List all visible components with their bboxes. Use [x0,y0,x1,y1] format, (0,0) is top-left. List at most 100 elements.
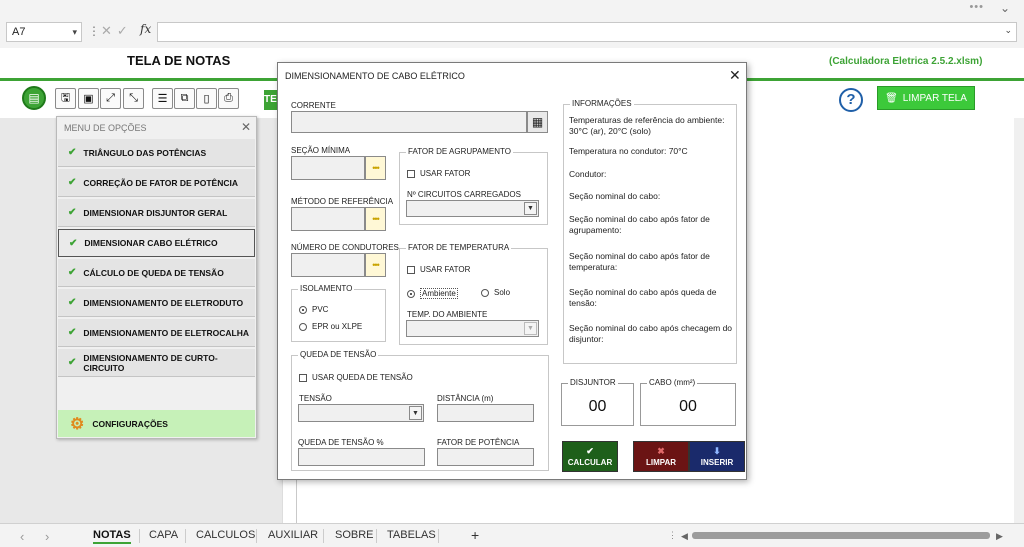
add-sheet-icon[interactable]: + [471,527,479,543]
menu-item-label: TRIÂNGULO DAS POTÊNCIAS [83,147,207,158]
cancel-enter-icons: ✕✓ [101,23,133,38]
horizontal-scrollbar[interactable] [692,532,990,539]
check-icon: ✔ [68,147,77,158]
help-icon[interactable]: ? [839,88,863,112]
close-icon[interactable]: ✕ [729,67,741,84]
menu-item-label: DIMENSIONAR DISJUNTOR GERAL [83,207,228,218]
metodo-picker-button[interactable]: ••• [365,207,386,231]
save-as-icon[interactable]: ▣ [78,88,99,109]
chevron-down-icon[interactable]: ▾ [72,23,77,41]
solo-label: Solo [494,288,511,297]
condutores-picker-button[interactable]: ••• [365,253,386,277]
menu-item-queda[interactable]: ✔ CÁLCULO DE QUEDA DE TENSÃO [58,259,255,287]
tab-capa[interactable]: CAPA [149,529,178,541]
fx-icon[interactable]: fx [140,22,151,36]
menu-item-eletrocalha[interactable]: ✔ DIMENSIONAMENTO DE ELETROCALHA [58,319,255,347]
save-icon[interactable]: 🖫 [55,88,76,109]
radio-icon [299,322,307,331]
name-box[interactable]: A7 ▾ [6,22,82,42]
fator-potencia-label: FATOR DE POTÊNCIA [437,438,520,447]
distancia-input[interactable] [437,404,534,422]
limpar-button[interactable]: ✖ LIMPAR [633,441,689,472]
circuitos-select[interactable]: ▼ [406,200,539,217]
calcular-button[interactable]: ✔ CALCULAR [562,441,618,472]
secao-minima-picker-button[interactable]: ••• [365,156,386,180]
maximize-icon[interactable]: ⤢ [100,88,121,109]
vertical-scrollbar[interactable] [1014,118,1024,523]
trash-icon: 🗑 [885,92,898,104]
cabo-label: CABO (mm²) [647,378,698,387]
pdf-icon[interactable]: ▯ [196,88,217,109]
chevron-down-icon[interactable]: ▼ [409,406,422,420]
usar-fator-agrupamento-checkbox[interactable]: USAR FATOR [407,169,470,178]
expand-formula-icon[interactable]: ⌄ [1004,25,1012,36]
tab-separator [185,529,186,543]
check-icon: ✔ [68,267,77,278]
te-tab[interactable]: TE [264,90,278,110]
more-sheets-icon[interactable]: ⋮ [668,530,677,541]
secao-minima-label: SEÇÃO MÍNIMA [291,146,351,155]
condutores-input[interactable] [291,253,365,277]
tab-notas[interactable]: NOTAS [93,529,131,544]
menu-item-configuracoes[interactable]: ⚙ CONFIGURAÇÕES [58,410,255,437]
chevron-down-icon[interactable]: ▼ [524,322,537,335]
chevron-right-icon[interactable]: › [45,529,49,544]
more-options-icon[interactable]: ••• [969,1,984,13]
queda-percent-input[interactable] [298,448,425,466]
radio-ambiente[interactable]: Ambiente [407,288,458,299]
radio-pvc[interactable]: PVC [299,305,328,314]
formula-input[interactable]: ⌄ [157,22,1017,42]
corrente-input[interactable] [291,111,527,133]
checkbox-icon [407,169,415,178]
info-line-condutor: Condutor: [569,169,607,179]
config-label: CONFIGURAÇÕES [92,418,168,429]
minimize-icon[interactable]: ⤡ [123,88,144,109]
epr-label: EPR ou XLPE [312,322,363,331]
menu-item-eletroduto[interactable]: ✔ DIMENSIONAMENTO DE ELETRODUTO [58,289,255,317]
fator-potencia-input[interactable] [437,448,534,466]
notes-icon[interactable]: ☰ [152,88,173,109]
radio-icon [299,305,307,314]
inserir-button[interactable]: ⬇ INSERIR [689,441,745,472]
tab-calculos[interactable]: CALCULOS [196,529,255,541]
menu-item-label: CÁLCULO DE QUEDA DE TENSÃO [83,267,224,278]
print-icon[interactable]: ⎙ [218,88,239,109]
chevron-down-icon[interactable]: ⌄ [1000,1,1010,15]
menu-item-correcao[interactable]: ✔ CORREÇÃO DE FATOR DE POTÊNCIA [58,169,255,197]
tab-separator [139,529,140,543]
menu-item-disjuntor[interactable]: ✔ DIMENSIONAR DISJUNTOR GERAL [58,199,255,227]
radio-solo[interactable]: Solo [481,288,510,297]
copy-icon[interactable]: ⧉ [174,88,195,109]
secao-minima-input[interactable] [291,156,365,180]
menu-item-triangulo[interactable]: ✔ TRIÂNGULO DAS POTÊNCIAS [58,139,255,167]
tab-sobre[interactable]: SOBRE [335,529,374,541]
tensao-select[interactable]: ▼ [298,404,424,422]
calculator-icon[interactable]: ▤ [22,86,46,110]
scroll-left-icon[interactable]: ◀ [681,531,688,542]
chevron-left-icon[interactable]: ‹ [20,529,24,544]
tab-auxiliar[interactable]: AUXILIAR [268,529,318,541]
isolamento-frame: ISOLAMENTO PVC EPR ou XLPE [291,284,386,342]
menu-item-cabo[interactable]: ✔ DIMENSIONAR CABO ELÉTRICO [58,229,255,257]
check-icon: ✔ [68,207,77,218]
pvc-label: PVC [312,305,329,314]
inserir-label: INSERIR [700,458,734,467]
usar-fator-label: USAR FATOR [420,169,471,178]
chevron-down-icon[interactable]: ▼ [524,202,537,215]
usar-fator-temperatura-checkbox[interactable]: USAR FATOR [407,265,470,274]
metodo-input[interactable] [291,207,365,231]
informacoes-label: INFORMAÇÕES [570,99,634,108]
radio-epr[interactable]: EPR ou XLPE [299,322,362,331]
window-titlebar: ••• ⌄ [0,0,1024,18]
tab-tabelas[interactable]: TABELAS [387,529,436,541]
agrupamento-frame: FATOR DE AGRUPAMENTO USAR FATOR Nº CIRCU… [399,147,548,225]
menu-item-curto[interactable]: ✔ DIMENSIONAMENTO DE CURTO-CIRCUITO [58,349,255,377]
calculator-icon[interactable]: ▦ [527,111,548,133]
scroll-right-icon[interactable]: ▶ [996,531,1003,542]
limpar-tela-label: LIMPAR TELA [902,92,967,104]
temp-ambiente-select[interactable]: ▼ [406,320,539,337]
close-icon[interactable]: ✕ [241,120,251,134]
limpar-tela-button[interactable]: 🗑 LIMPAR TELA [877,86,975,110]
check-icon: ✔ [68,357,77,368]
usar-queda-checkbox[interactable]: USAR QUEDA DE TENSÃO [299,373,413,382]
